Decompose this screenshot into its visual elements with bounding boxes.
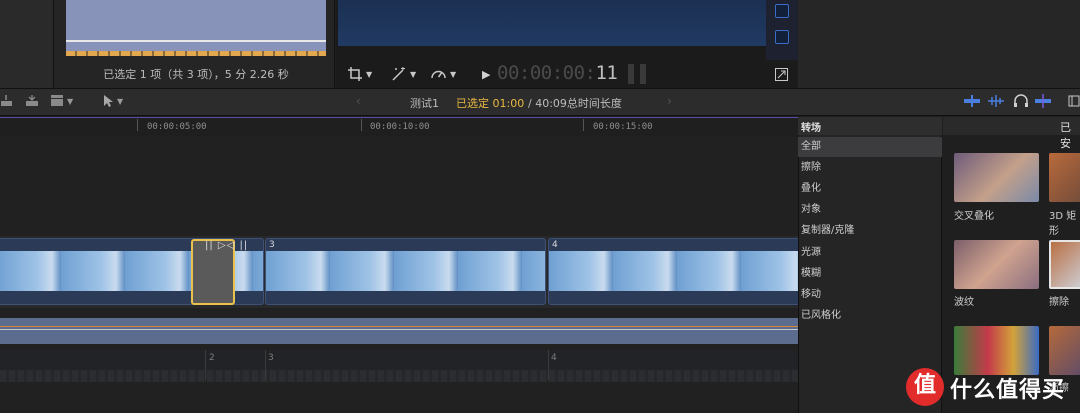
transition-thumbnail[interactable]: [954, 326, 1039, 375]
crop-menu-button[interactable]: ▼: [347, 65, 372, 83]
audio-skimming-button[interactable]: [963, 93, 981, 109]
chevron-down-icon: ▼: [117, 96, 124, 106]
back-chevron-icon[interactable]: ‹: [356, 94, 361, 108]
transition-thumbnail[interactable]: [1049, 326, 1080, 375]
library-sidebar[interactable]: [0, 0, 54, 88]
checkbox-icon[interactable]: [775, 30, 789, 44]
lane-number: 4: [551, 353, 557, 363]
transition-label: 3D 矩形: [1049, 211, 1077, 237]
timecode-frames: 11: [595, 62, 618, 84]
speedometer-icon: [431, 70, 446, 79]
audio-waveform-icon: [964, 95, 980, 107]
transition-thumbnail[interactable]: [954, 153, 1039, 202]
lane-number: 2: [209, 353, 215, 363]
enhance-menu-button[interactable]: ▼: [391, 65, 416, 83]
clip-number: 4: [552, 240, 558, 250]
chevron-down-icon: ▼: [67, 96, 74, 106]
transition-thumbnail[interactable]: [954, 240, 1039, 289]
ruler-tick: [583, 119, 584, 131]
insert-icon: [26, 95, 38, 106]
ruler-tick: [137, 119, 138, 131]
clip-audio-strip: [66, 51, 326, 56]
insert-clip-button[interactable]: [25, 93, 39, 109]
watermark-text: 什么值得买: [950, 378, 1066, 403]
clip-filmstrip: [266, 251, 545, 291]
category-blurs[interactable]: 模糊: [798, 264, 942, 284]
selection-duration: 已选定 01:00: [456, 97, 525, 110]
clip-range-line: [66, 40, 326, 42]
snapping-button[interactable]: [1034, 93, 1052, 109]
expand-icon: [775, 67, 788, 81]
transitions-title: 转场: [801, 123, 821, 134]
audio-volume-line[interactable]: [0, 326, 798, 327]
browser-status-text: 已选定 1 项（共 3 项），5 分 2.26 秒: [103, 68, 289, 81]
category-movements[interactable]: 移动: [798, 285, 942, 305]
clip-filmstrip: [549, 251, 799, 291]
category-wipes[interactable]: 擦除: [798, 158, 942, 178]
total-duration: / 40:09总时间长度: [528, 97, 622, 110]
speed-menu-button[interactable]: ▼: [430, 65, 456, 83]
film-icon: [1068, 95, 1080, 107]
ruler-label: 00:00:10:00: [370, 122, 430, 132]
connect-icon: [1, 95, 12, 106]
play-icon: ▶: [482, 67, 491, 81]
magic-wand-icon: [392, 67, 405, 81]
arrow-pointer-icon: [104, 95, 113, 107]
transition-label: 交叉叠化: [954, 211, 994, 222]
lane-divider: [205, 350, 206, 380]
category-objects[interactable]: 对象: [798, 200, 942, 220]
category-stylized[interactable]: 已风格化: [798, 306, 942, 326]
solo-button[interactable]: [1013, 93, 1029, 109]
timecode-dim: 00:00:00:: [497, 62, 596, 84]
crop-icon: [348, 67, 362, 81]
watermark-logo-icon: 值: [906, 368, 944, 406]
select-tool-button[interactable]: ▼: [102, 93, 123, 109]
transition-label: 擦除: [1049, 297, 1069, 308]
transition-thumbnail[interactable]: [1049, 240, 1080, 289]
ruler-label: 00:00:05:00: [147, 122, 207, 132]
video-clip[interactable]: 3: [265, 238, 546, 305]
checkbox-icon[interactable]: [775, 4, 789, 18]
ruler-tick: [361, 119, 362, 131]
category-replicator[interactable]: 复制器/克隆: [798, 221, 942, 241]
fullscreen-button[interactable]: [775, 65, 788, 83]
chevron-down-icon: ▼: [450, 69, 457, 79]
inspector-panel: [798, 0, 1080, 88]
category-dissolves[interactable]: 叠化: [798, 179, 942, 199]
clip-thumbnail[interactable]: [66, 0, 326, 56]
chevron-down-icon: ▼: [366, 69, 373, 79]
skimming-icon: [988, 95, 1004, 107]
clip-number: 3: [269, 240, 275, 250]
forward-chevron-icon[interactable]: ›: [667, 94, 672, 108]
append-icon: [51, 95, 63, 106]
viewer-frame: [338, 0, 766, 46]
project-name: 测试1: [410, 97, 439, 110]
final-cut-window: 已选定 1 项（共 3 项），5 分 2.26 秒 ▼ ▼ ▼ ▶ 00:00:…: [0, 0, 1080, 413]
chevron-down-icon: ▼: [410, 69, 417, 79]
audio-pan-line: [0, 329, 798, 330]
category-lights[interactable]: 光源: [798, 243, 942, 263]
lane-divider: [548, 350, 549, 380]
lane-divider: [265, 350, 266, 380]
transition-thumbnail[interactable]: [1049, 153, 1080, 202]
skimming-button[interactable]: [987, 93, 1005, 109]
transitions-header: 转场: [798, 117, 942, 135]
audio-lane[interactable]: [0, 318, 798, 344]
installed-label: 已安: [1060, 121, 1071, 150]
lane-number: 3: [268, 353, 274, 363]
audio-waveform: [0, 370, 798, 382]
clip-appearance-button[interactable]: [1068, 93, 1080, 109]
append-clip-button[interactable]: ▼: [50, 93, 73, 109]
snapping-icon: [1035, 94, 1051, 108]
video-clip[interactable]: 4: [548, 238, 800, 305]
connect-clip-button[interactable]: [0, 93, 14, 109]
category-all[interactable]: 全部: [798, 137, 942, 157]
timecode-display[interactable]: 00:00:00:11: [497, 62, 618, 84]
transition-label: 波纹: [954, 297, 974, 308]
ruler-label: 00:00:15:00: [593, 122, 653, 132]
audio-meter-icon: [628, 64, 648, 84]
headphones-icon: [1014, 94, 1028, 107]
play-button[interactable]: ▶: [482, 65, 490, 83]
transition-icon: || ▷◁ ||: [205, 240, 249, 251]
